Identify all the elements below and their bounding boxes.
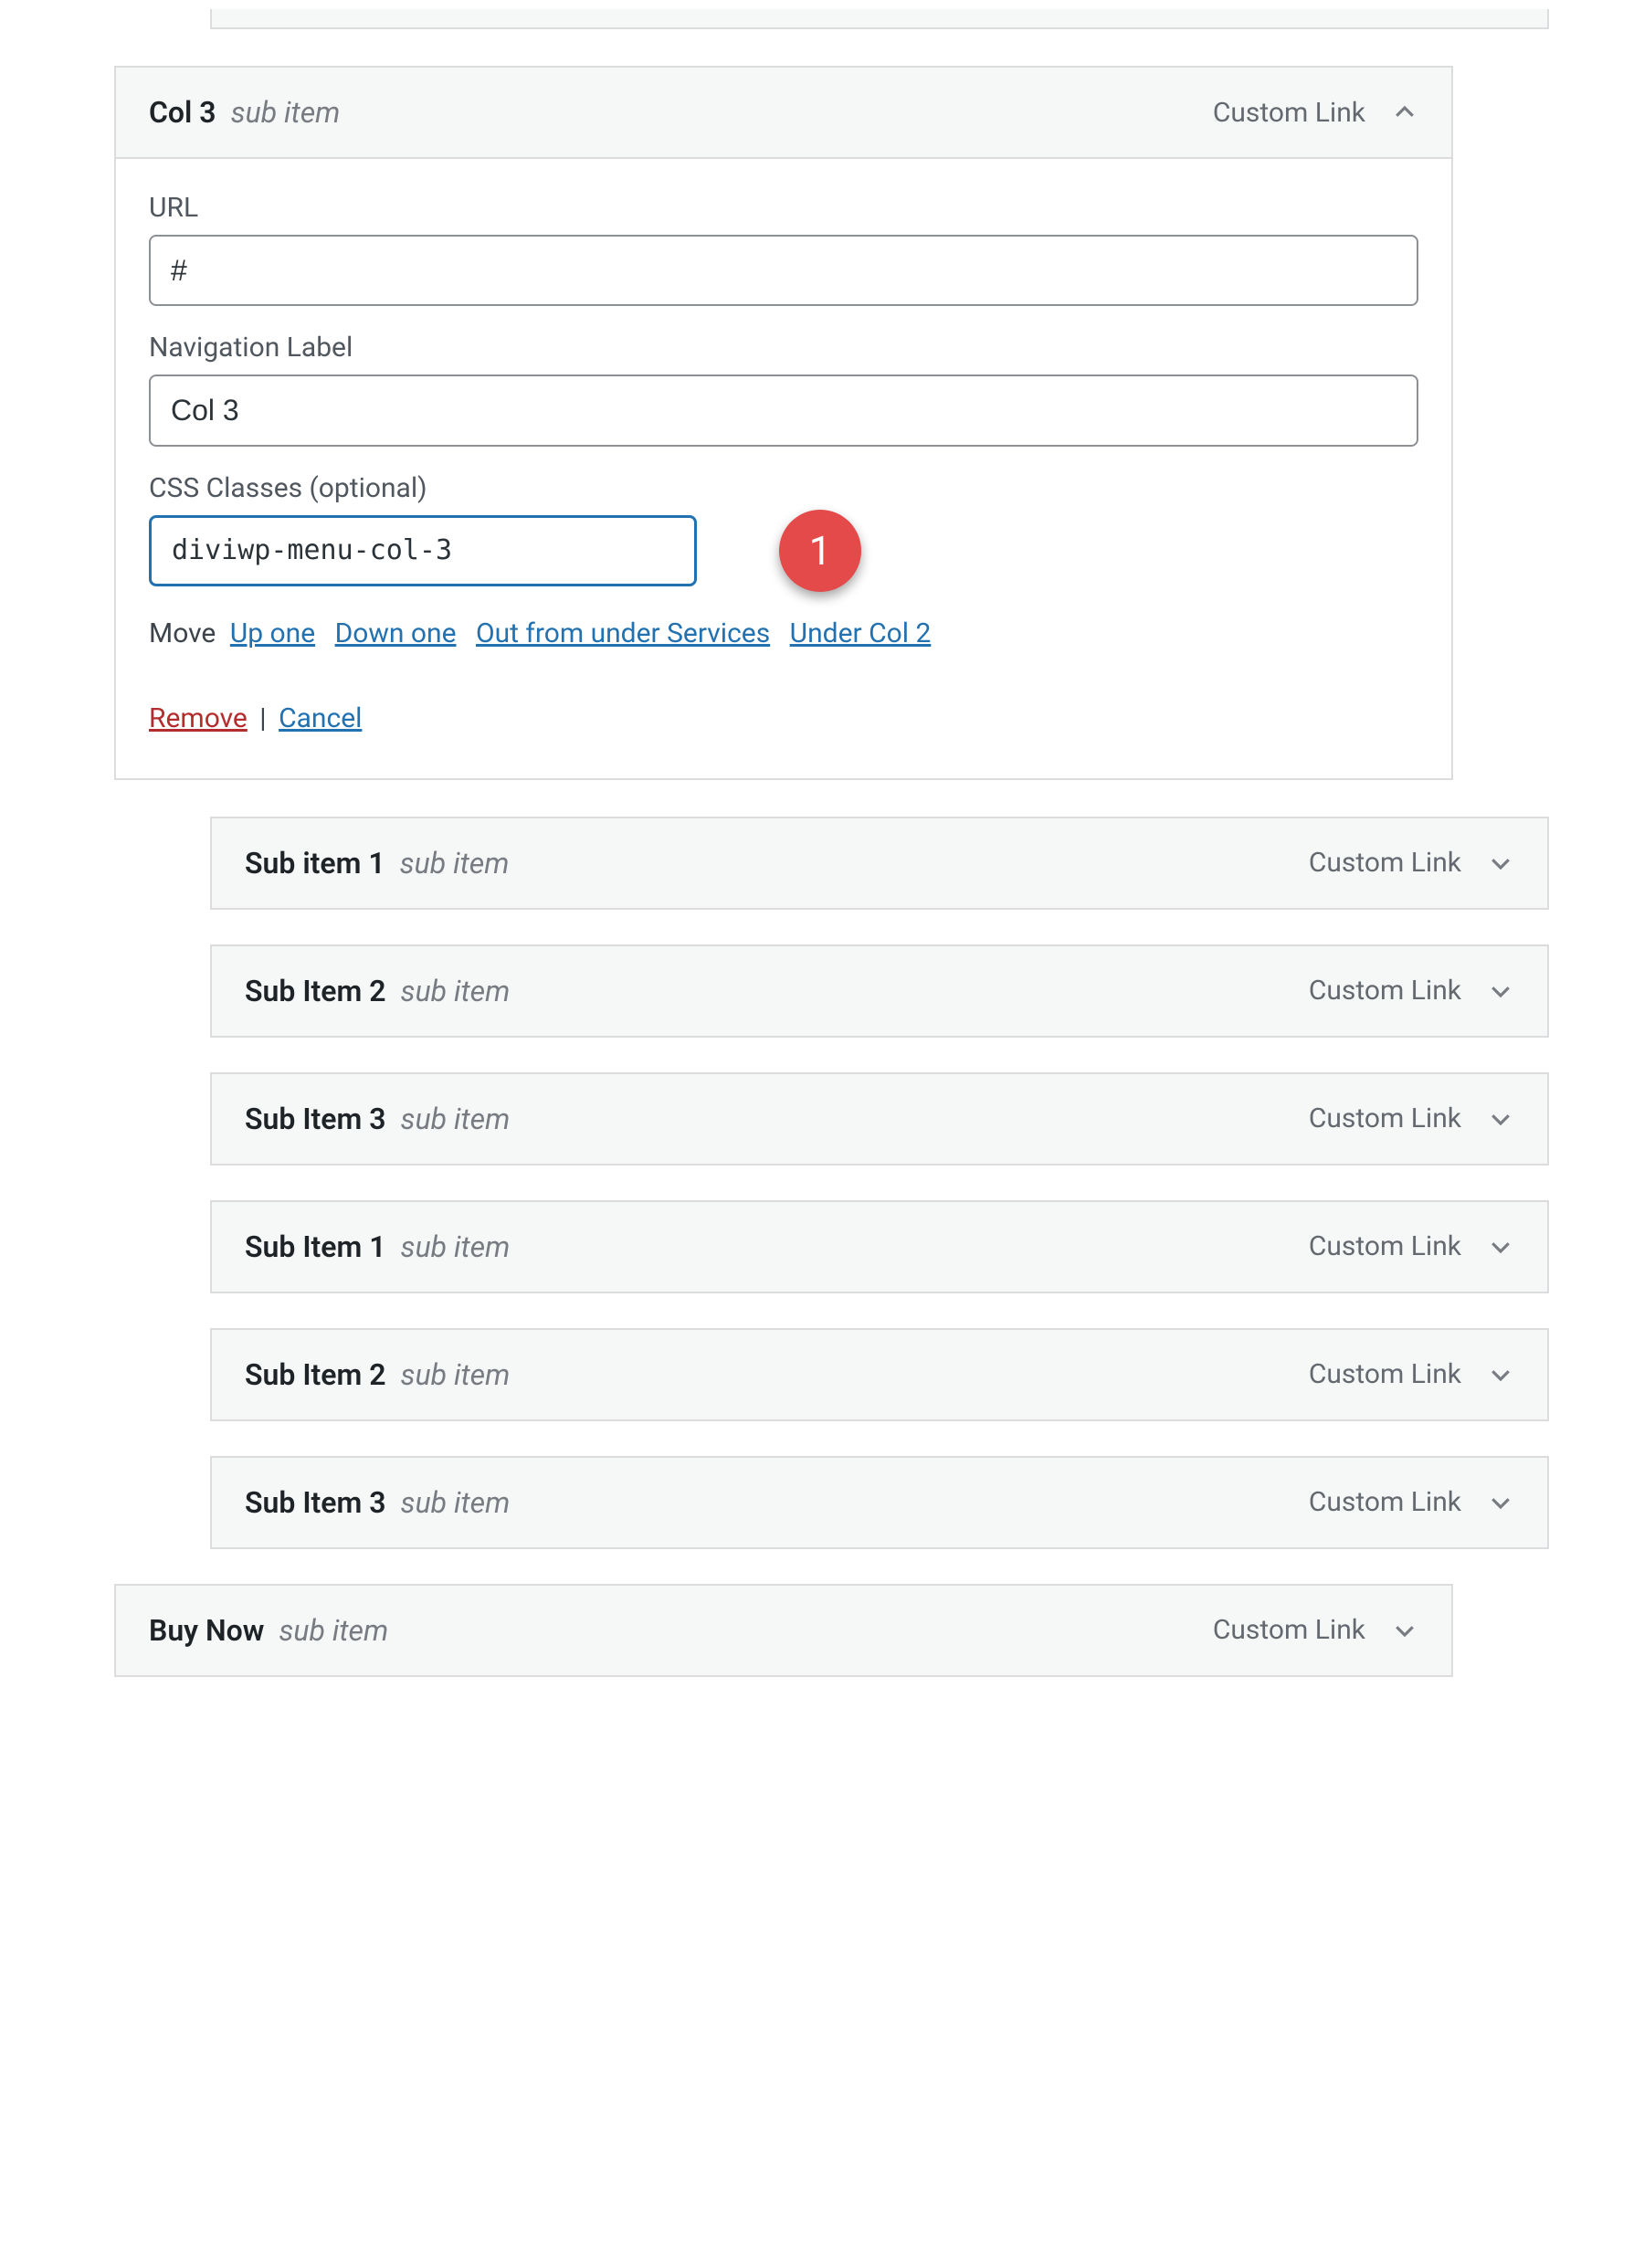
css-classes-field-group: CSS Classes (optional) 1 <box>149 472 1418 586</box>
menu-item-header-left: Sub Item 2 sub item <box>245 1357 510 1392</box>
menu-item-title: Sub Item 2 <box>245 1357 386 1392</box>
menu-item-header-right: Custom Link <box>1213 1614 1418 1646</box>
chevron-up-icon[interactable] <box>1391 99 1418 126</box>
menu-item-title: Sub item 1 <box>245 846 385 881</box>
nav-label-input[interactable] <box>149 374 1418 446</box>
nav-label-field-group: Navigation Label <box>149 332 1418 446</box>
menu-item-subtitle: sub item <box>231 95 341 130</box>
url-input[interactable] <box>149 235 1418 306</box>
menu-item-header-left: Sub Item 3 sub item <box>245 1102 510 1136</box>
menu-item-header[interactable]: Sub Item 2 sub item Custom Link <box>212 1330 1547 1419</box>
menu-item-header-left: Col 3 sub item <box>149 95 340 130</box>
menu-item-header[interactable]: Sub Item 3 sub item Custom Link <box>212 1074 1547 1164</box>
move-out-link[interactable]: Out from under Services <box>476 617 770 649</box>
menu-item-title: Sub Item 3 <box>245 1485 386 1520</box>
move-up-link[interactable]: Up one <box>230 617 315 649</box>
menu-item-type: Custom Link <box>1309 1230 1461 1262</box>
menu-item-collapsed: Sub Item 3 sub item Custom Link <box>210 1456 1549 1549</box>
menu-item-header-left: Sub Item 1 sub item <box>245 1229 510 1264</box>
chevron-down-icon[interactable] <box>1487 1233 1514 1261</box>
menu-item-header[interactable]: Buy Now sub item Custom Link <box>116 1586 1451 1675</box>
menu-item-type: Custom Link <box>1309 975 1461 1007</box>
menu-item-header[interactable]: Sub item 1 sub item Custom Link <box>212 818 1547 908</box>
css-input-wrap: 1 <box>149 515 1418 586</box>
menu-item-collapsed: Sub Item 2 sub item Custom Link <box>210 1328 1549 1421</box>
menu-item-expanded: Col 3 sub item Custom Link URL Navigatio… <box>114 66 1453 780</box>
action-row: Remove | Cancel <box>149 702 1418 734</box>
menu-item-stub <box>210 9 1549 29</box>
menu-item-subtitle: sub item <box>401 1102 511 1136</box>
menu-item-header[interactable]: Col 3 sub item Custom Link <box>116 68 1451 159</box>
menu-item-header[interactable]: Sub Item 3 sub item Custom Link <box>212 1458 1547 1547</box>
menu-item-header[interactable]: Sub Item 2 sub item Custom Link <box>212 946 1547 1036</box>
menu-item-title: Sub Item 1 <box>245 1229 386 1264</box>
chevron-down-icon[interactable] <box>1487 849 1514 877</box>
menu-item-subtitle: sub item <box>401 1229 511 1264</box>
chevron-down-icon[interactable] <box>1487 1489 1514 1516</box>
menu-item-title: Sub Item 2 <box>245 974 386 1008</box>
menu-item-header-right: Custom Link <box>1309 847 1514 879</box>
menu-item-type: Custom Link <box>1213 97 1365 129</box>
remove-link[interactable]: Remove <box>149 702 248 734</box>
chevron-down-icon[interactable] <box>1487 1105 1514 1133</box>
menu-item-type: Custom Link <box>1213 1614 1365 1646</box>
move-row: Move Up one Down one Out from under Serv… <box>149 617 1418 649</box>
menu-item-title: Col 3 <box>149 95 216 130</box>
action-separator: | <box>259 702 266 734</box>
css-classes-label: CSS Classes (optional) <box>149 472 1418 504</box>
menu-item-header-right: Custom Link <box>1309 975 1514 1007</box>
chevron-down-icon[interactable] <box>1391 1617 1418 1644</box>
menu-items-container: Col 3 sub item Custom Link URL Navigatio… <box>114 9 1548 1712</box>
move-under-link[interactable]: Under Col 2 <box>790 617 932 649</box>
menu-item-header-left: Sub Item 2 sub item <box>245 974 510 1008</box>
menu-item-header-right: Custom Link <box>1309 1230 1514 1262</box>
menu-item-collapsed: Sub Item 2 sub item Custom Link <box>210 944 1549 1038</box>
menu-item-collapsed: Sub Item 3 sub item Custom Link <box>210 1072 1549 1166</box>
menu-item-title: Buy Now <box>149 1613 264 1648</box>
move-down-link[interactable]: Down one <box>335 617 457 649</box>
menu-item-subtitle: sub item <box>401 1485 511 1520</box>
sub-items-list: Sub item 1 sub item Custom Link Sub Item… <box>114 817 1548 1549</box>
chevron-down-icon[interactable] <box>1487 1361 1514 1388</box>
menu-item-subtitle: sub item <box>400 846 510 881</box>
move-label: Move <box>149 617 216 649</box>
url-field-group: URL <box>149 192 1418 306</box>
menu-item-collapsed: Buy Now sub item Custom Link <box>114 1584 1453 1677</box>
cancel-link[interactable]: Cancel <box>279 702 362 734</box>
menu-item-type: Custom Link <box>1309 1486 1461 1518</box>
menu-item-body: URL Navigation Label CSS Classes (option… <box>116 159 1451 778</box>
menu-item-type: Custom Link <box>1309 847 1461 879</box>
menu-item-collapsed: Sub Item 1 sub item Custom Link <box>210 1200 1549 1293</box>
menu-item-header-right: Custom Link <box>1309 1102 1514 1134</box>
menu-item-subtitle: sub item <box>401 974 511 1008</box>
menu-item-header-right: Custom Link <box>1213 97 1418 129</box>
menu-item-subtitle: sub item <box>401 1357 511 1392</box>
menu-item-header-left: Sub item 1 sub item <box>245 846 509 881</box>
menu-item-type: Custom Link <box>1309 1358 1461 1390</box>
menu-item-header-right: Custom Link <box>1309 1358 1514 1390</box>
menu-item-header-right: Custom Link <box>1309 1486 1514 1518</box>
menu-item-collapsed: Sub item 1 sub item Custom Link <box>210 817 1549 910</box>
url-label: URL <box>149 192 1418 224</box>
menu-item-header[interactable]: Sub Item 1 sub item Custom Link <box>212 1202 1547 1292</box>
menu-item-type: Custom Link <box>1309 1102 1461 1134</box>
menu-item-subtitle: sub item <box>279 1613 388 1648</box>
menu-item-header-left: Sub Item 3 sub item <box>245 1485 510 1520</box>
menu-item-title: Sub Item 3 <box>245 1102 386 1136</box>
chevron-down-icon[interactable] <box>1487 977 1514 1005</box>
annotation-marker-1: 1 <box>779 510 861 592</box>
nav-label-label: Navigation Label <box>149 332 1418 364</box>
menu-item-header-left: Buy Now sub item <box>149 1613 388 1648</box>
css-classes-input[interactable] <box>149 515 697 586</box>
